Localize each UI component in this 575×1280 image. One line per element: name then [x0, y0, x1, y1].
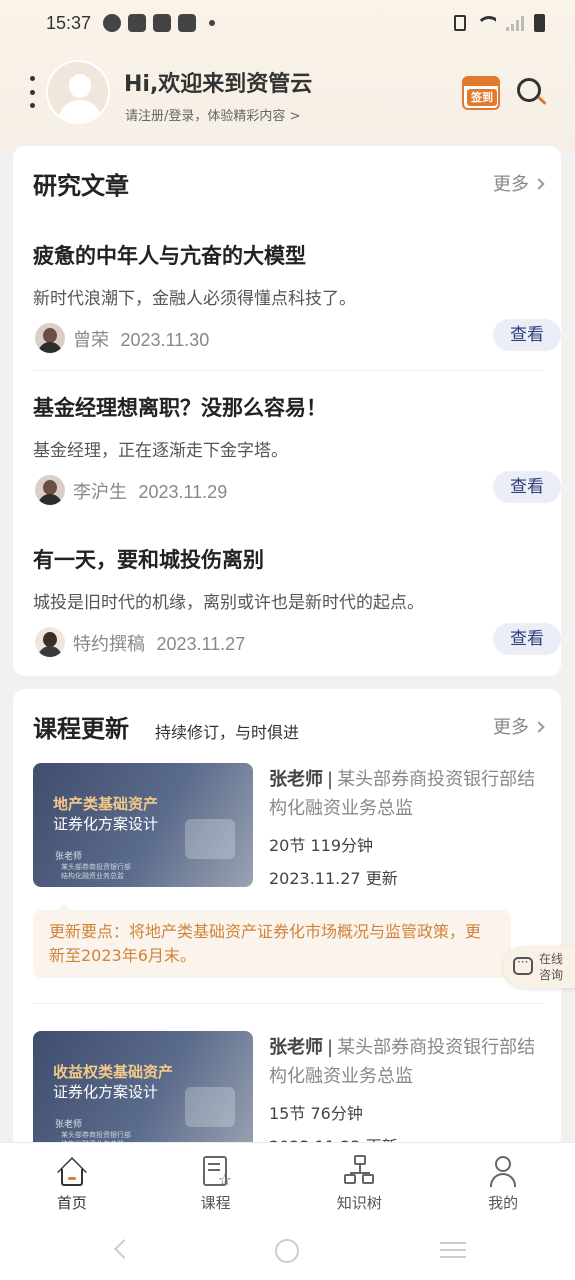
- article-author: 李沪生 2023.11.29: [73, 482, 228, 503]
- author-avatar: [35, 627, 65, 657]
- greeting-text: Hi,欢迎来到资管云: [124, 72, 313, 97]
- article-desc: 新时代浪潮下，金融人必须得懂点科技了。: [33, 289, 356, 309]
- thumb-illustration: [185, 819, 235, 859]
- course-stats: 20节 119分钟: [269, 836, 374, 855]
- course-thumbnail[interactable]: 地产类基础资产 证券化方案设计 张老师 某头部券商投资银行部结构化融资业务总监: [33, 763, 253, 887]
- articles-more-link[interactable]: 更多: [493, 170, 545, 196]
- course-thumbnail[interactable]: 收益权类基础资产 证券化方案设计 张老师 某头部券商投资银行部结构化融资业务总监: [33, 1031, 253, 1149]
- home-icon: [56, 1155, 88, 1187]
- more-notifications-icon: [209, 20, 216, 26]
- thumb-subtitle: 证券化方案设计: [53, 815, 159, 833]
- signal-icon: [506, 15, 524, 31]
- view-button[interactable]: 查看: [493, 319, 561, 351]
- tab-label: 首页: [56, 1194, 87, 1212]
- recent-apps-icon[interactable]: [440, 1242, 466, 1258]
- article-author: 特约撰稿 2023.11.27: [73, 634, 246, 655]
- course-icon: ☆: [200, 1155, 232, 1189]
- article-item[interactable]: 疲惫的中年人与亢奋的大模型 新时代浪潮下，金融人必须得懂点科技了。 曾荣 202…: [33, 240, 561, 355]
- tab-label: 我的: [488, 1194, 519, 1212]
- home-circle-icon[interactable]: [275, 1239, 299, 1263]
- course-item[interactable]: 收益权类基础资产 证券化方案设计 张老师 某头部券商投资银行部结构化融资业务总监…: [33, 1031, 543, 1149]
- vibrate-icon: [454, 15, 466, 31]
- thumb-subtitle: 证券化方案设计: [53, 1083, 159, 1101]
- article-meta: 特约撰稿 2023.11.27 查看: [33, 623, 561, 659]
- update-note: 更新要点：将地产类基础资产证券化市场概况与监管政策，更新至2023年6月末。: [33, 903, 511, 978]
- article-title[interactable]: 有一天，要和城投伤离别: [33, 544, 543, 574]
- thumb-title: 地产类基础资产: [53, 795, 159, 813]
- profile-icon: [487, 1155, 519, 1187]
- course-item[interactable]: 地产类基础资产 证券化方案设计 张老师 某头部券商投资银行部结构化融资业务总监 …: [33, 763, 543, 893]
- mail-notification-icon: [128, 14, 147, 32]
- course-updates-card: 课程更新 持续修订，与时俱进 更多 地产类基础资产 证券化方案设计 张老师 某头…: [13, 689, 561, 1149]
- search-icon[interactable]: [517, 78, 547, 108]
- calendar-icon: [464, 78, 498, 86]
- courses-more-link[interactable]: 更多: [493, 713, 545, 739]
- section-title: 研究文章: [33, 172, 129, 200]
- divider: [33, 370, 543, 371]
- thumb-illustration: [185, 1087, 235, 1127]
- article-desc: 城投是旧时代的机缘，离别或许也是新时代的起点。: [33, 593, 424, 613]
- view-button[interactable]: 查看: [493, 623, 561, 655]
- checkin-label: 签到: [467, 89, 497, 106]
- chevron-right-icon: [533, 721, 545, 733]
- tab-knowledge-tree[interactable]: 知识树: [288, 1143, 432, 1223]
- back-icon[interactable]: [114, 1239, 134, 1259]
- status-bar: 15:37: [0, 0, 575, 46]
- mail-notification-icon: [153, 14, 172, 32]
- app-notification-icon: [103, 14, 122, 32]
- bottom-nav: 首页 ☆ 课程 知识树 我的: [0, 1142, 575, 1222]
- course-update-date: 2023.11.27 更新: [269, 869, 398, 888]
- course-teacher: 张老师 | 某头部券商投资银行部结构化融资业务总监: [269, 1037, 536, 1087]
- course-teacher: 张老师 | 某头部券商投资银行部结构化融资业务总监: [269, 769, 536, 819]
- view-button[interactable]: 查看: [493, 471, 561, 503]
- article-item[interactable]: 有一天，要和城投伤离别 城投是旧时代的机缘，离别或许也是新时代的起点。 特约撰稿…: [33, 544, 561, 659]
- tab-label: 课程: [200, 1194, 231, 1212]
- article-title[interactable]: 疲惫的中年人与亢奋的大模型: [33, 240, 543, 270]
- author-avatar: [35, 475, 65, 505]
- online-consult-button[interactable]: 在线咨询: [503, 946, 575, 988]
- article-title[interactable]: 基金经理想离职？没那么容易！: [33, 392, 543, 422]
- wifi-icon: [476, 16, 496, 30]
- checkin-button[interactable]: 签到: [462, 76, 500, 110]
- thumb-teacher: 张老师: [55, 852, 83, 862]
- chat-icon: [513, 955, 533, 975]
- section-title: 课程更新: [33, 715, 129, 743]
- article-author: 曾荣 2023.11.30: [73, 330, 210, 351]
- battery-icon: [534, 14, 545, 32]
- status-time: 15:37: [46, 12, 92, 33]
- thumb-role: 某头部券商投资银行部结构化融资业务总监: [61, 863, 131, 880]
- section-subtitle: 持续修订，与时俱进: [155, 723, 300, 742]
- divider: [33, 1003, 543, 1004]
- article-desc: 基金经理，正在逐渐走下金字塔。: [33, 441, 288, 461]
- mail-notification-icon: [178, 14, 197, 32]
- menu-icon[interactable]: [28, 76, 36, 108]
- article-meta: 曾荣 2023.11.30 查看: [33, 319, 561, 355]
- system-navigation-bar: [0, 1222, 575, 1280]
- avatar[interactable]: [46, 60, 110, 124]
- course-stats: 15节 76分钟: [269, 1104, 363, 1123]
- app-header: Hi,欢迎来到资管云 请注册/登录，体验精彩内容 > 签到: [0, 56, 575, 128]
- tab-profile[interactable]: 我的: [431, 1143, 575, 1223]
- login-prompt-link[interactable]: 请注册/登录，体验精彩内容 >: [125, 105, 300, 124]
- research-articles-card: 研究文章 更多 疲惫的中年人与亢奋的大模型 新时代浪潮下，金融人必须得懂点科技了…: [13, 146, 561, 676]
- thumb-title: 收益权类基础资产: [53, 1063, 174, 1081]
- tab-label: 知识树: [336, 1194, 382, 1212]
- system-icons: [454, 14, 545, 32]
- tab-courses[interactable]: ☆ 课程: [144, 1143, 288, 1223]
- chevron-right-icon: [533, 178, 545, 190]
- thumb-teacher: 张老师: [55, 1120, 83, 1130]
- notification-icons: [103, 14, 216, 32]
- knowledge-tree-icon: [343, 1155, 376, 1187]
- author-avatar: [35, 323, 65, 353]
- consult-label: 在线 咨询: [539, 952, 564, 982]
- article-meta: 李沪生 2023.11.29 查看: [33, 471, 561, 507]
- article-item[interactable]: 基金经理想离职？没那么容易！ 基金经理，正在逐渐走下金字塔。 李沪生 2023.…: [33, 392, 561, 507]
- tab-home[interactable]: 首页: [0, 1143, 144, 1223]
